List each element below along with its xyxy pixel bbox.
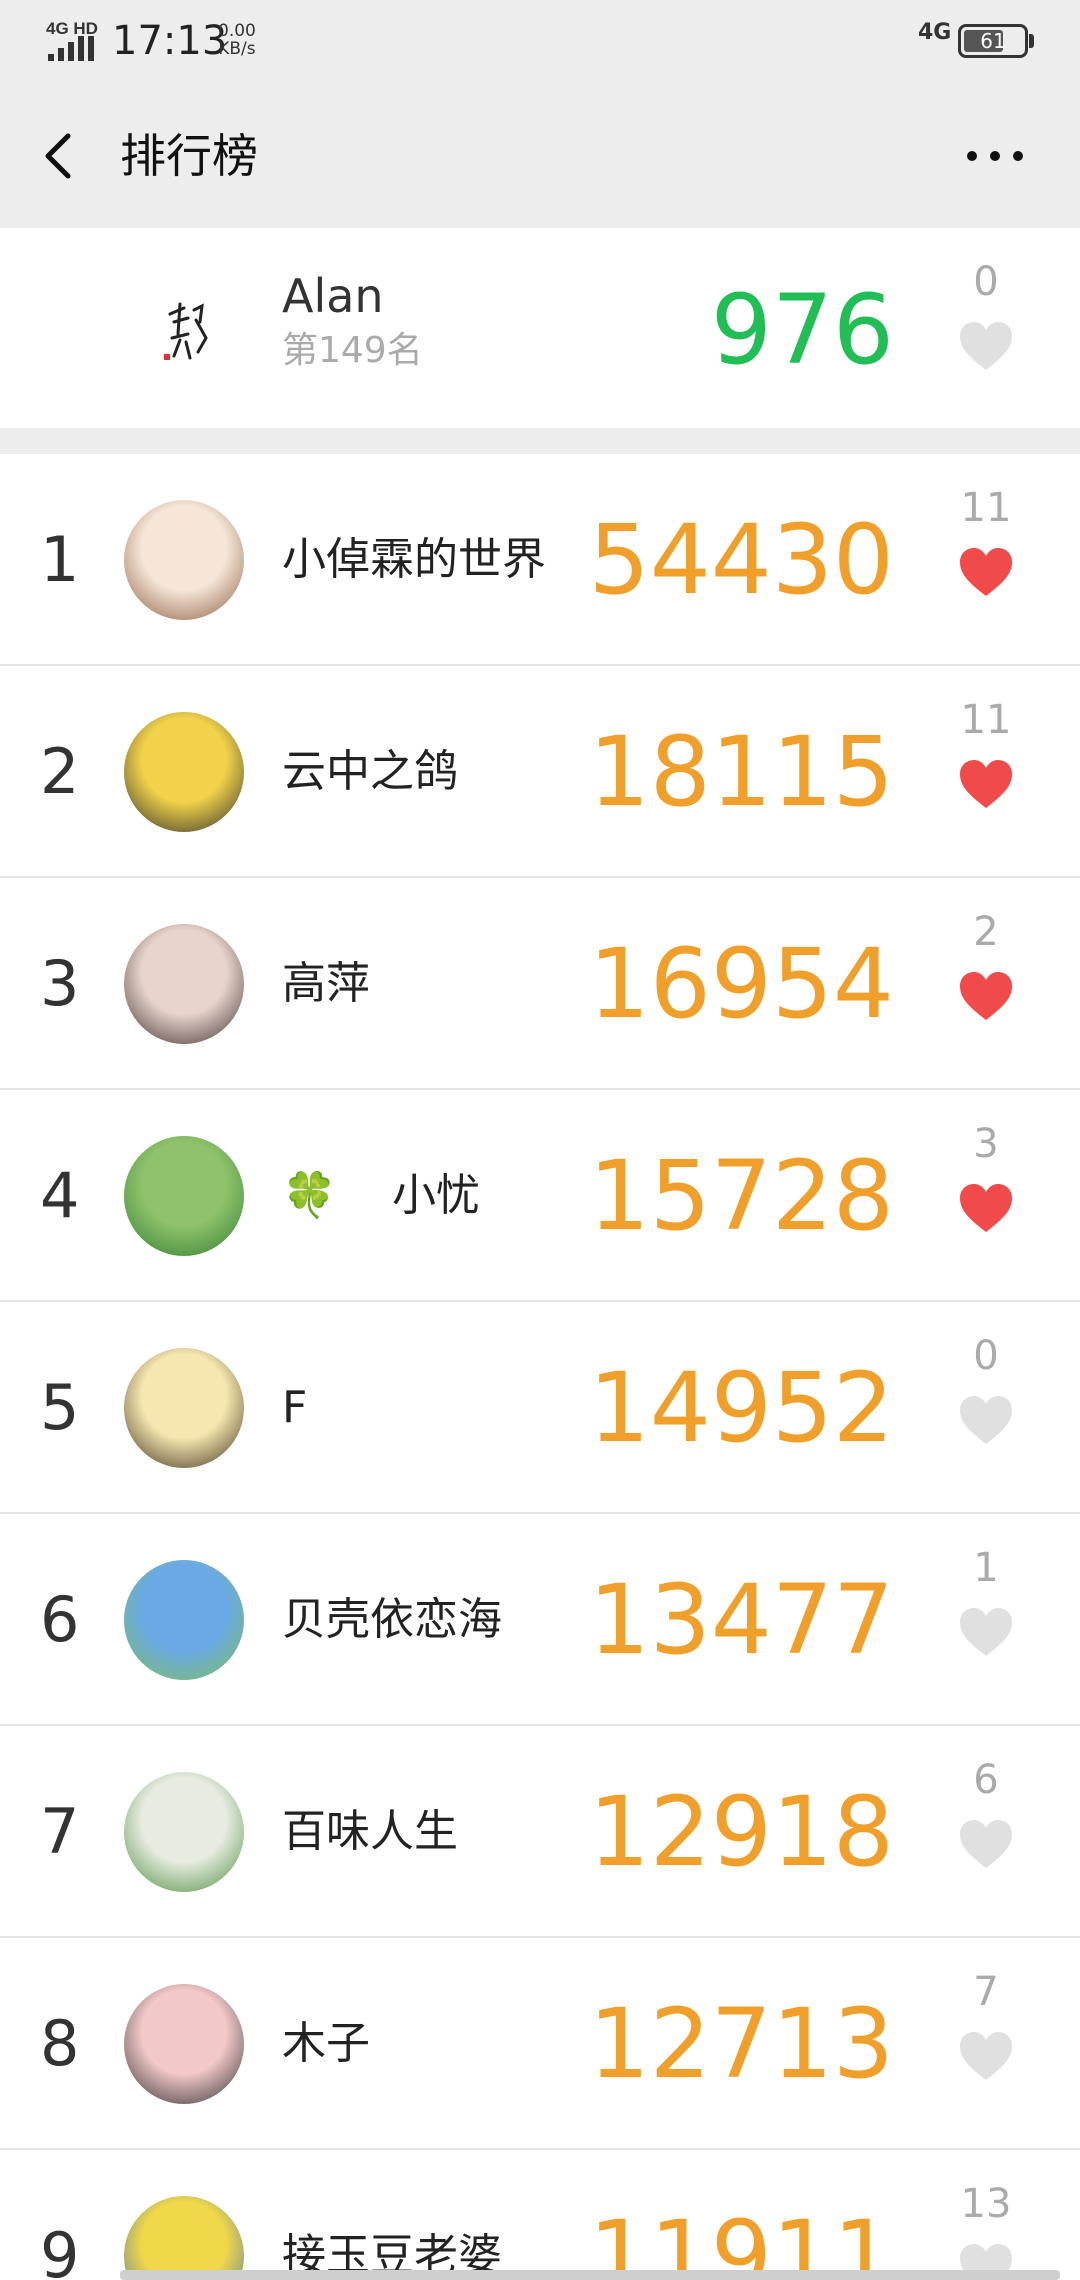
- rank-number: 1: [40, 523, 80, 596]
- my-rank-card[interactable]: Alan 第149名 976 0: [0, 228, 1080, 428]
- clover-icon: 🍀: [282, 1170, 337, 1221]
- player-name: 贝壳依恋海: [282, 1594, 502, 1645]
- my-like-count: 0: [973, 259, 999, 305]
- like-count: 11: [960, 485, 1012, 531]
- player-name: 小倬霖的世界: [282, 534, 546, 585]
- avatar[interactable]: [124, 1560, 244, 1680]
- avatar[interactable]: [124, 1984, 244, 2104]
- player-score: 11911: [588, 2200, 894, 2280]
- rank-number: 7: [40, 1795, 80, 1868]
- player-name: 云中之鸽: [282, 746, 458, 797]
- page-title: 排行榜: [120, 129, 258, 183]
- like-count: 7: [973, 1969, 999, 2015]
- player-score: 16954: [588, 928, 894, 1040]
- leaderboard-row[interactable]: 8 木子 12713 7: [0, 1938, 1080, 2150]
- leaderboard-row[interactable]: 2 云中之鸽 18115 11: [0, 666, 1080, 878]
- section-divider: [0, 428, 1080, 454]
- avatar[interactable]: [124, 1772, 244, 1892]
- rank-number: 6: [40, 1583, 80, 1656]
- player-score: 54430: [588, 504, 894, 616]
- player-name: 高萍: [282, 958, 370, 1009]
- chevron-left-icon: [45, 133, 71, 179]
- player-score: 14952: [588, 1352, 894, 1464]
- rank-number: 3: [40, 947, 80, 1020]
- rank-number: 2: [40, 735, 80, 808]
- player-name: 木子: [282, 2018, 370, 2069]
- heart-icon[interactable]: [958, 1394, 1014, 1446]
- like-count: 3: [973, 1121, 999, 1167]
- network-speed-unit: KB/s: [218, 39, 256, 59]
- heart-icon[interactable]: [958, 546, 1014, 598]
- avatar[interactable]: [124, 712, 244, 832]
- avatar[interactable]: [150, 294, 220, 374]
- leaderboard-row[interactable]: 1 小倬霖的世界 54430 11: [0, 454, 1080, 666]
- status-time: 17:13: [112, 18, 228, 64]
- battery-level: 61: [980, 29, 1006, 53]
- avatar[interactable]: [124, 1136, 244, 1256]
- rank-number: 4: [40, 1159, 80, 1232]
- leaderboard-row[interactable]: 6 贝壳依恋海 13477 1: [0, 1514, 1080, 1726]
- like-count: 11: [960, 697, 1012, 743]
- battery-icon: 61: [958, 24, 1028, 58]
- player-score: 13477: [588, 1564, 894, 1676]
- svg-text:4G HD: 4G HD: [46, 19, 98, 38]
- signal-icon: 4G HD: [46, 19, 98, 61]
- my-rank: 第149名: [282, 330, 423, 371]
- rank-number: 5: [40, 1371, 80, 1444]
- avatar[interactable]: [124, 2196, 244, 2280]
- heart-icon[interactable]: [958, 2030, 1014, 2082]
- back-button[interactable]: [28, 114, 98, 198]
- leaderboard-row[interactable]: 3 高萍 16954 2: [0, 878, 1080, 1090]
- my-name: Alan: [282, 269, 384, 323]
- heart-icon[interactable]: [958, 970, 1014, 1022]
- player-score: 15728: [588, 1140, 894, 1252]
- player-score: 18115: [588, 716, 894, 828]
- avatar[interactable]: [124, 924, 244, 1044]
- title-bar: 排行榜: [0, 84, 1080, 228]
- heart-icon[interactable]: [958, 1182, 1014, 1234]
- status-bar: 4G HD 17:13 0.00 KB/s 4G 61: [0, 0, 1080, 84]
- network-speed: 0.00 KB/s: [218, 22, 256, 58]
- heart-icon[interactable]: [958, 1606, 1014, 1658]
- rank-number: 8: [40, 2007, 80, 2080]
- rank-number: 9: [40, 2219, 80, 2280]
- like-count: 13: [960, 2181, 1012, 2227]
- like-count: 0: [973, 1333, 999, 1379]
- leaderboard-row[interactable]: 9 接玉豆老婆 11911 13: [0, 2150, 1080, 2280]
- leaderboard-row[interactable]: 4 🍀 小忧 15728 3: [0, 1090, 1080, 1302]
- network-type: 4G: [918, 20, 952, 45]
- player-score: 12713: [588, 1988, 894, 2100]
- leaderboard-row[interactable]: 5 F 14952 0: [0, 1302, 1080, 1514]
- scroll-indicator: [120, 2270, 1060, 2280]
- avatar[interactable]: [124, 500, 244, 620]
- leaderboard-page: 4G HD 17:13 0.00 KB/s 4G 61 排行榜 Alan 第14…: [0, 0, 1080, 2280]
- heart-icon[interactable]: [958, 320, 1014, 372]
- player-score: 12918: [588, 1776, 894, 1888]
- more-button[interactable]: [950, 124, 1040, 188]
- battery-tip: [1029, 34, 1034, 48]
- like-count: 2: [973, 909, 999, 955]
- like-count: 6: [973, 1757, 999, 1803]
- like-count: 1: [973, 1545, 999, 1591]
- more-horizontal-icon: [967, 151, 1023, 161]
- my-score: 976: [710, 274, 894, 386]
- player-name: F: [282, 1382, 308, 1433]
- heart-icon[interactable]: [958, 758, 1014, 810]
- network-speed-value: 0.00: [218, 21, 256, 41]
- player-name: 小忧: [392, 1170, 480, 1221]
- player-name: 百味人生: [282, 1806, 458, 1857]
- avatar[interactable]: [124, 1348, 244, 1468]
- heart-icon[interactable]: [958, 1818, 1014, 1870]
- leaderboard-row[interactable]: 7 百味人生 12918 6: [0, 1726, 1080, 1938]
